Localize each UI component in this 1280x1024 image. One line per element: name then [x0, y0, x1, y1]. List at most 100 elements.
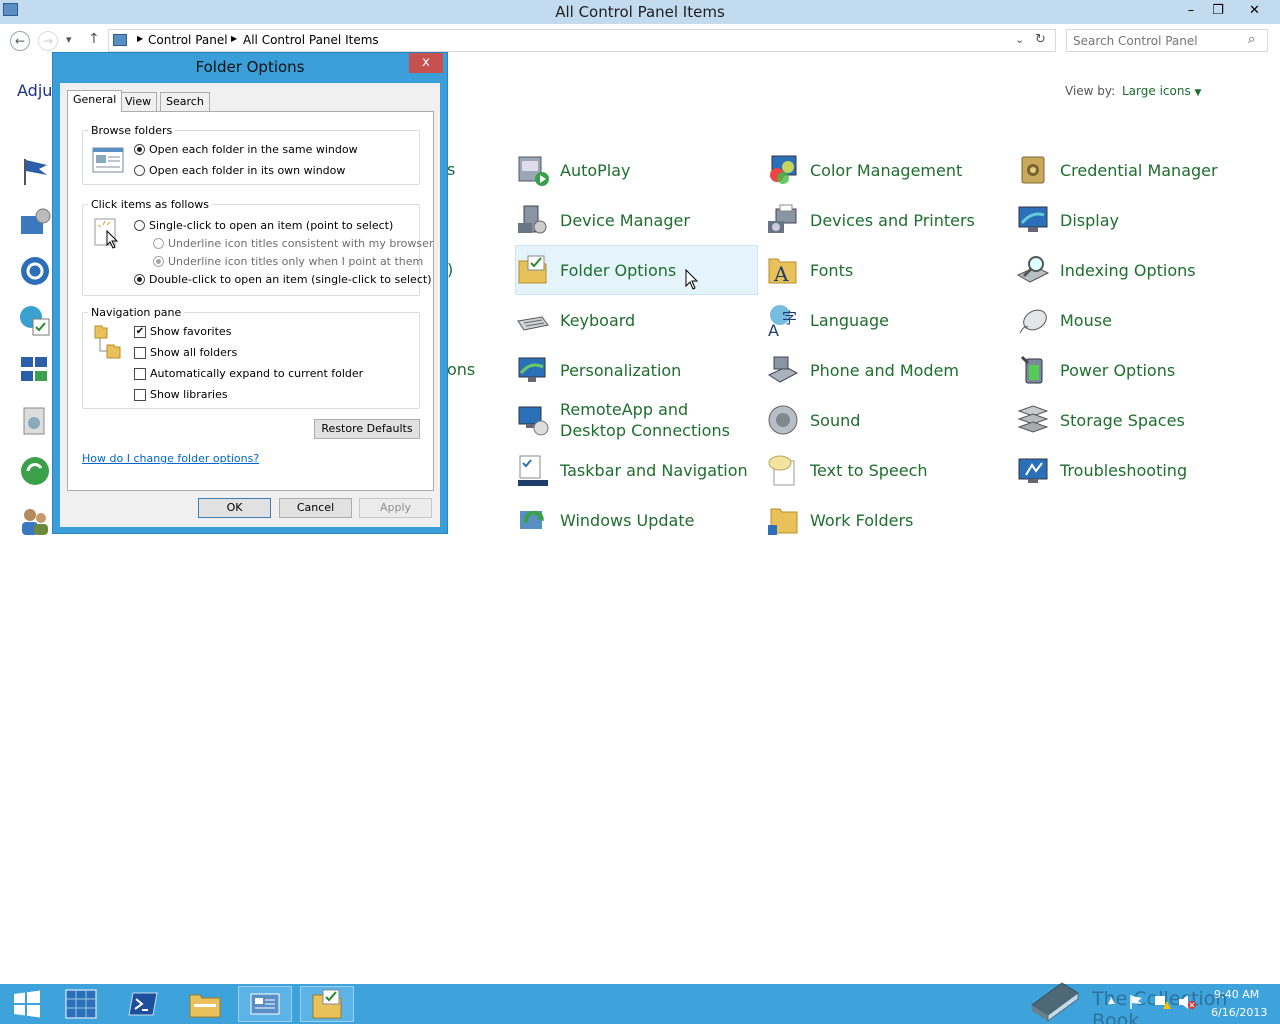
cp-item-personalization[interactable]: Personalization [516, 349, 756, 391]
restore-button[interactable]: ❐ [1204, 0, 1232, 22]
help-link[interactable]: How do I change folder options? [82, 452, 259, 465]
cp-item-power-options[interactable]: Power Options [1016, 349, 1256, 391]
cp-item-credential-manager[interactable]: Credential Manager [1016, 149, 1256, 191]
cp-item-label: Taskbar and Navigation [560, 460, 748, 480]
checkbox[interactable] [134, 367, 146, 380]
radio-button[interactable] [153, 238, 164, 249]
cp-item-color-management[interactable]: Color Management [766, 149, 1006, 191]
search-icon[interactable]: ⌕ [1248, 32, 1255, 47]
cp-item-text-to-speech[interactable]: Text to Speech [766, 449, 1006, 491]
back-button[interactable]: ← [10, 31, 30, 51]
cp-item-indexing-options[interactable]: Indexing Options [1016, 249, 1256, 291]
folder-options-icon [516, 253, 550, 287]
cp-item-windows-update[interactable]: Windows Update [516, 499, 756, 541]
folder-options-taskbar-icon[interactable] [300, 986, 354, 1022]
breadcrumb-separator-icon: ▶ [231, 34, 238, 43]
checkbox-show-favorites[interactable]: ✔ Show favorites [134, 325, 231, 338]
address-bar[interactable]: ▶ Control Panel ▶ All Control Panel Item… [108, 29, 1056, 52]
volume-muted-icon[interactable] [1178, 994, 1196, 1013]
user-accounts-icon[interactable] [19, 505, 51, 537]
checkbox-label: Show favorites [150, 325, 232, 338]
start-button[interactable] [0, 986, 54, 1022]
cp-item-sound[interactable]: Sound [766, 399, 1006, 441]
programs-features-icon[interactable] [19, 405, 51, 437]
bitlocker-icon[interactable] [19, 255, 51, 287]
radio-single-click[interactable]: Single-click to open an item (point to s… [134, 219, 393, 232]
radio-double-click[interactable]: Double-click to open an item (single-cli… [134, 273, 431, 286]
radio-button[interactable] [134, 274, 145, 285]
minimize-button[interactable]: – [1177, 0, 1205, 22]
cp-item-work-folders[interactable]: Work Folders [766, 499, 1006, 541]
show-hidden-icons-button[interactable]: ▲ [1108, 996, 1115, 1006]
internet-options-icon[interactable] [19, 305, 51, 337]
server-manager-taskbar-icon[interactable] [54, 986, 108, 1022]
tab-general[interactable]: General [67, 90, 123, 112]
cancel-button[interactable]: Cancel [279, 498, 352, 518]
radio-same-window[interactable]: Open each folder in the same window [134, 143, 358, 156]
file-explorer-taskbar-icon[interactable] [178, 986, 232, 1022]
radio-button[interactable] [134, 144, 145, 155]
cp-item-devices-printers[interactable]: Devices and Printers [766, 199, 1006, 241]
control-panel-taskbar-icon[interactable] [238, 986, 292, 1022]
taskbar-navigation-icon [516, 453, 550, 487]
administrative-tools-icon[interactable] [19, 206, 51, 238]
up-button[interactable]: ↑ [88, 31, 100, 47]
search-input[interactable] [1073, 33, 1243, 48]
checkbox-show-libraries[interactable]: Show libraries [134, 388, 228, 401]
cp-item-display[interactable]: Display [1016, 199, 1256, 241]
device-manager-icon [516, 203, 550, 237]
cp-item-remoteapp[interactable]: RemoteApp and Desktop Connections [516, 399, 756, 441]
sync-center-icon[interactable] [19, 455, 51, 487]
cp-item-fonts[interactable]: A Fonts [766, 249, 1006, 291]
breadcrumb-all-items[interactable]: All Control Panel Items [243, 33, 379, 47]
radio-underline-browser[interactable]: Underline icon titles consistent with my… [153, 237, 433, 250]
checkbox[interactable] [134, 388, 146, 401]
checkbox[interactable] [134, 346, 146, 359]
cp-item-mouse[interactable]: Mouse [1016, 299, 1256, 341]
ok-button[interactable]: OK [198, 498, 271, 518]
action-center-icon[interactable] [19, 155, 51, 187]
cp-item-folder-options[interactable]: Folder Options [515, 245, 758, 295]
folder-options-dialog[interactable]: Folder Options x General View Search Bro… [52, 52, 448, 534]
dialog-body: General View Search Browse folders Open … [60, 83, 440, 527]
cp-item-keyboard[interactable]: Keyboard [516, 299, 756, 341]
clock-date[interactable]: 6/16/2013 [1211, 1006, 1267, 1019]
cp-item-taskbar-navigation[interactable]: Taskbar and Navigation [516, 449, 756, 491]
breadcrumb-control-panel[interactable]: Control Panel [148, 33, 228, 47]
radio-label: Underline icon titles consistent with my… [168, 237, 434, 250]
radio-underline-point[interactable]: Underline icon titles only when I point … [153, 255, 423, 268]
cp-item-storage-spaces[interactable]: Storage Spaces [1016, 399, 1256, 441]
checkbox[interactable]: ✔ [134, 325, 146, 338]
cp-item-phone-modem[interactable]: Phone and Modem [766, 349, 1006, 391]
refresh-button[interactable]: ↻ [1035, 32, 1046, 47]
view-by-dropdown[interactable]: Large icons ▼ [1122, 84, 1201, 98]
cp-item-device-manager[interactable]: Device Manager [516, 199, 756, 241]
tab-view[interactable]: View [119, 92, 158, 111]
checkbox-auto-expand[interactable]: Automatically expand to current folder [134, 367, 363, 380]
apply-button[interactable]: Apply [359, 498, 432, 518]
close-window-button[interactable]: ✕ [1232, 0, 1277, 22]
restore-defaults-button[interactable]: Restore Defaults [314, 419, 420, 439]
network-sharing-icon[interactable] [19, 355, 51, 387]
powershell-taskbar-icon[interactable] [116, 986, 170, 1022]
cp-item-troubleshooting[interactable]: Troubleshooting [1016, 449, 1256, 491]
clock-time[interactable]: 9:40 AM [1214, 988, 1259, 1001]
action-center-flag-icon[interactable] [1128, 994, 1144, 1013]
network-warning-icon[interactable] [1153, 994, 1171, 1013]
radio-button[interactable] [153, 256, 164, 267]
forward-button[interactable]: → [38, 31, 58, 51]
checkbox-show-all-folders[interactable]: Show all folders [134, 346, 237, 359]
devices-printers-icon [766, 203, 800, 237]
cp-item-language[interactable]: A字 Language [766, 299, 1006, 341]
cp-item-label: Indexing Options [1060, 260, 1196, 280]
radio-button[interactable] [134, 220, 145, 231]
dialog-close-button[interactable]: x [409, 53, 443, 73]
cp-item-label: Device Manager [560, 210, 690, 230]
radio-own-window[interactable]: Open each folder in its own window [134, 164, 345, 177]
address-dropdown-icon[interactable]: ⌄ [1015, 33, 1024, 46]
radio-button[interactable] [134, 165, 145, 176]
tab-search[interactable]: Search [160, 92, 210, 111]
search-box[interactable]: ⌕ [1066, 29, 1268, 52]
cp-item-autoplay[interactable]: AutoPlay [516, 149, 756, 191]
recent-locations-button[interactable]: ▾ [66, 33, 72, 46]
